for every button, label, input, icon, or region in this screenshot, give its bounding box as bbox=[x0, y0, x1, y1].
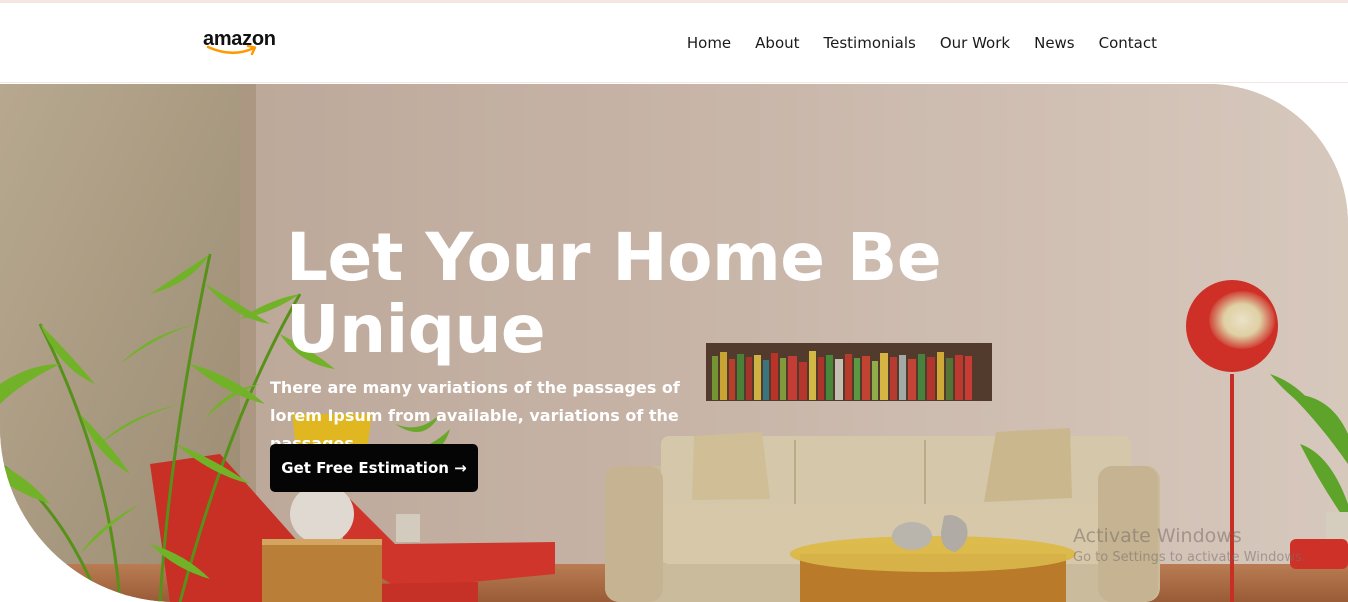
nav-link-about[interactable]: About bbox=[755, 34, 799, 52]
activate-windows-watermark: Activate Windows Go to Settings to activ… bbox=[1073, 525, 1306, 568]
smile-arrow-icon bbox=[206, 44, 257, 56]
main-nav: Home About Testimonials Our Work News Co… bbox=[687, 34, 1157, 52]
nav-link-our-work[interactable]: Our Work bbox=[940, 34, 1010, 52]
watermark-subtitle: Go to Settings to activate Windows. bbox=[1073, 550, 1306, 565]
hero-title: Let Your Home Be Unique bbox=[286, 219, 942, 368]
nav-link-news[interactable]: News bbox=[1034, 34, 1075, 52]
nav-link-contact[interactable]: Contact bbox=[1099, 34, 1157, 52]
brand-logo[interactable]: amazon bbox=[203, 28, 283, 62]
nav-link-testimonials[interactable]: Testimonials bbox=[824, 34, 916, 52]
navbar: amazon Home About Testimonials Our Work … bbox=[0, 3, 1348, 83]
watermark-title: Activate Windows bbox=[1073, 525, 1242, 547]
hero-section: Let Your Home Be Unique There are many v… bbox=[0, 84, 1348, 602]
get-free-estimation-button[interactable]: Get Free Estimation → bbox=[270, 444, 478, 492]
nav-link-home[interactable]: Home bbox=[687, 34, 731, 52]
